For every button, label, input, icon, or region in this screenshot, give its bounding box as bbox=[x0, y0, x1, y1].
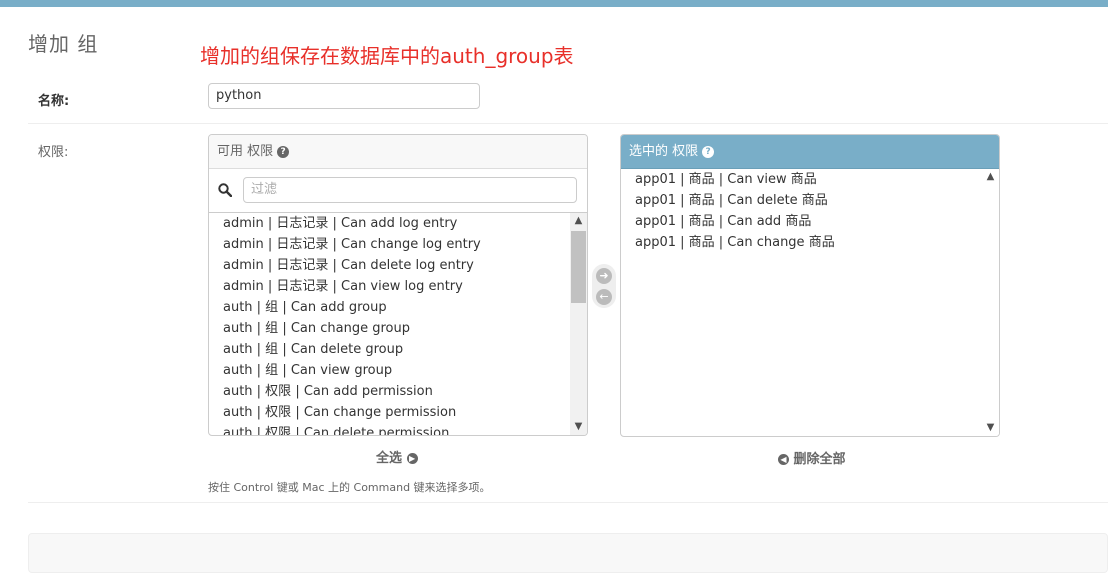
available-header: 可用 权限? bbox=[209, 135, 587, 169]
list-item[interactable]: app01 | 商品 | Can add 商品 bbox=[621, 211, 981, 232]
list-item[interactable]: app01 | 商品 | Can delete 商品 bbox=[621, 190, 981, 211]
list-item[interactable]: admin | 日志记录 | Can add log entry bbox=[209, 213, 569, 234]
permissions-label: 权限: bbox=[38, 145, 69, 160]
chooser-buttons: ➜ ← bbox=[592, 264, 616, 308]
remove-all-link[interactable]: ◀ 删除全部 bbox=[778, 448, 846, 467]
page-title: 增加 组 bbox=[28, 32, 99, 56]
available-scrollbar[interactable]: ▲ ▼ bbox=[570, 213, 587, 435]
remove-all-label: 删除全部 bbox=[793, 452, 846, 467]
search-icon bbox=[218, 183, 232, 197]
submit-row bbox=[28, 533, 1108, 573]
chosen-permissions-box: 选中的 权限? app01 | 商品 | Can view 商品 app01 | … bbox=[620, 134, 1000, 437]
list-item[interactable]: admin | 日志记录 | Can delete log entry bbox=[209, 255, 569, 276]
divider bbox=[28, 123, 1108, 124]
list-item[interactable]: admin | 日志记录 | Can view log entry bbox=[209, 276, 569, 297]
list-item[interactable]: auth | 组 | Can delete group bbox=[209, 339, 569, 360]
filter-input[interactable]: 过滤 bbox=[243, 177, 577, 203]
arrow-right-icon: ▶ bbox=[406, 453, 418, 464]
list-item[interactable]: auth | 组 | Can change group bbox=[209, 318, 569, 339]
list-item[interactable]: auth | 权限 | Can change permission bbox=[209, 402, 569, 423]
list-item[interactable]: admin | 日志记录 | Can change log entry bbox=[209, 234, 569, 255]
list-item[interactable]: auth | 权限 | Can delete permission bbox=[209, 423, 569, 435]
filter-row: 过滤 bbox=[209, 169, 587, 213]
available-list[interactable]: admin | 日志记录 | Can add log entry admin | … bbox=[209, 213, 569, 435]
name-input[interactable]: python bbox=[208, 83, 480, 109]
add-arrow-icon[interactable]: ➜ bbox=[596, 268, 612, 284]
help-icon: ? bbox=[702, 145, 715, 158]
available-title: 可用 权限 bbox=[217, 144, 274, 159]
list-item[interactable]: app01 | 商品 | Can change 商品 bbox=[621, 232, 981, 253]
scroll-down-arrow-icon[interactable]: ▼ bbox=[570, 419, 587, 435]
list-item[interactable]: auth | 权限 | Can add permission bbox=[209, 381, 569, 402]
select-all-link[interactable]: 全选 ▶ bbox=[376, 447, 418, 466]
top-bar bbox=[0, 0, 1108, 7]
list-item[interactable]: auth | 组 | Can view group bbox=[209, 360, 569, 381]
scroll-down-arrow-icon[interactable]: ▼ bbox=[982, 420, 999, 436]
help-text: 按住 Control 键或 Mac 上的 Command 键来选择多项。 bbox=[208, 481, 491, 494]
chosen-title: 选中的 权限 bbox=[629, 144, 699, 159]
divider bbox=[28, 502, 1108, 503]
chosen-list[interactable]: app01 | 商品 | Can view 商品 app01 | 商品 | Can… bbox=[621, 169, 981, 436]
select-all-label: 全选 bbox=[376, 451, 403, 466]
name-label: 名称: bbox=[38, 94, 70, 109]
help-icon: ? bbox=[277, 145, 290, 158]
annotation-text: 增加的组保存在数据库中的auth_group表 bbox=[200, 44, 574, 68]
scroll-up-arrow-icon[interactable]: ▲ bbox=[982, 169, 999, 185]
scroll-up-arrow-icon[interactable]: ▲ bbox=[570, 213, 587, 229]
list-item[interactable]: app01 | 商品 | Can view 商品 bbox=[621, 169, 981, 190]
scroll-thumb[interactable] bbox=[571, 231, 586, 303]
remove-arrow-icon[interactable]: ← bbox=[596, 289, 612, 305]
list-item[interactable]: auth | 组 | Can add group bbox=[209, 297, 569, 318]
chosen-header: 选中的 权限? bbox=[621, 135, 999, 169]
arrow-left-icon: ◀ bbox=[778, 454, 789, 465]
available-permissions-box: 可用 权限? 过滤 admin | 日志记录 | Can add log ent… bbox=[208, 134, 588, 436]
chosen-scrollbar[interactable]: ▲ ▼ bbox=[982, 169, 999, 436]
